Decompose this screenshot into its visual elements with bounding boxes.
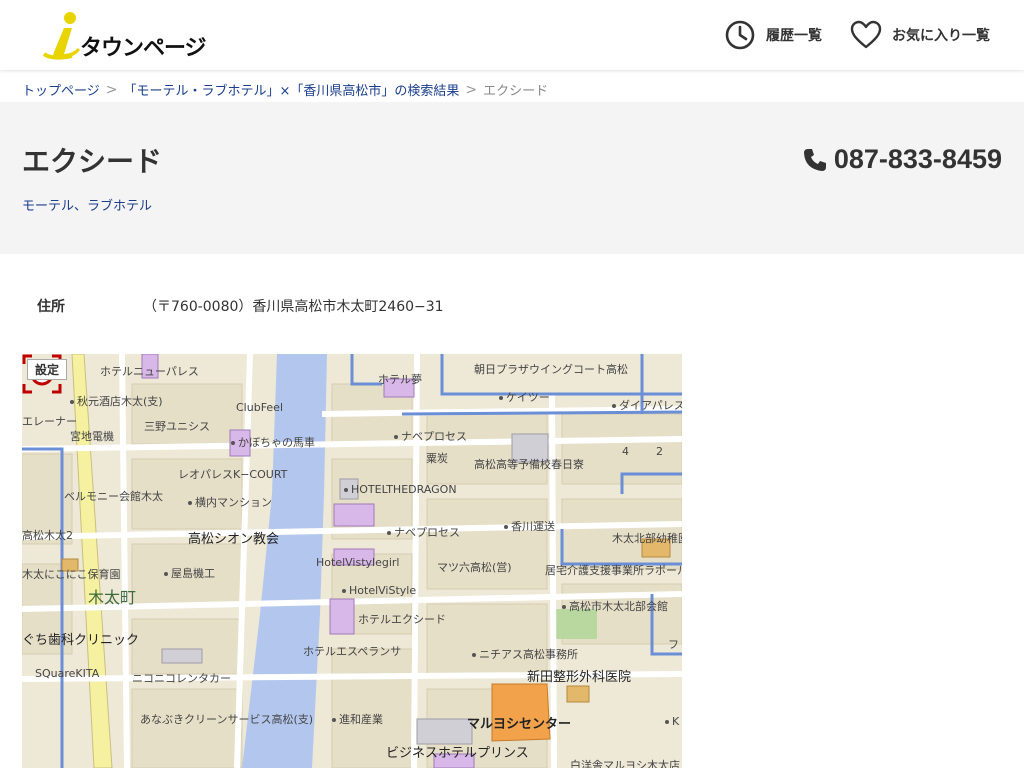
phone-text: 087-833-8459	[833, 144, 1002, 174]
map-label: 高松シオン教会	[188, 532, 280, 547]
map[interactable]: 設定 ホテルニューパレス 秋元酒店木太(支) ClubFeel ホテル夢 朝日プ…	[22, 354, 682, 768]
site-header: タウンページ 履歴一覧 お気に入り一覧	[0, 0, 1024, 70]
favorites-label: お気に入り一覧	[892, 28, 990, 44]
map-label: 秋元酒店木太(支)	[70, 396, 163, 407]
map-label: K	[665, 716, 679, 727]
page-title: エクシード	[22, 145, 163, 178]
map-label: フ	[668, 638, 679, 651]
category-link[interactable]: モーテル、ラブホテル	[22, 195, 152, 214]
map-label: マルヨシセンター	[467, 717, 572, 732]
heart-icon	[850, 20, 882, 49]
map-label: ナベプロセス	[387, 527, 460, 538]
breadcrumb-separator: >	[105, 81, 118, 98]
map-label: ベルモニー会館木太	[64, 490, 163, 503]
logo-text: タウンページ	[80, 36, 207, 61]
map-label: 宮地電機	[70, 430, 114, 443]
map-label: ナベプロセス	[394, 431, 467, 442]
phone-icon	[803, 148, 826, 171]
site-logo[interactable]: タウンページ	[40, 10, 210, 61]
map-label: 香川運送	[504, 521, 555, 532]
listing-header: エクシード モーテル、ラブホテル 087-833-8459	[0, 102, 1024, 254]
map-label: HOTELTHEDRAGON	[344, 484, 457, 495]
map-label: マツ六高松(営)	[437, 561, 512, 574]
map-label: ホテルニューパレス	[100, 365, 199, 378]
map-label: 白洋舎マルヨシ木太店	[570, 759, 680, 768]
breadcrumb-separator: >	[465, 81, 478, 98]
map-label: 2	[656, 445, 663, 458]
map-label: 粟炭	[426, 452, 448, 465]
map-label: ホテル夢	[378, 373, 422, 386]
map-label: 三野ユニシス	[144, 420, 210, 433]
i-logo-icon	[42, 12, 80, 60]
address-value: （〒760-0080）香川県高松市木太町2460−31	[143, 299, 444, 315]
map-settings-button[interactable]: 設定	[27, 359, 68, 380]
address-row: 住所 （〒760-0080）香川県高松市木太町2460−31	[0, 290, 1024, 322]
map-label: 高松高等予備校春日寮	[474, 458, 584, 471]
map-label: 4	[622, 445, 629, 458]
breadcrumb-top-link[interactable]: トップページ	[22, 80, 100, 99]
breadcrumb: トップページ > 「モーテル・ラブホテル」×「香川県高松市」の検索結果 > エク…	[22, 80, 549, 100]
map-label: 朝日プラザウイングコート高松	[474, 363, 628, 376]
history-button[interactable]: 履歴一覧	[724, 18, 822, 52]
map-label: ビジネスホテルプリンス	[386, 746, 529, 761]
map-label: 横内マンション	[188, 497, 272, 508]
map-label: かぼちゃの馬車	[231, 437, 315, 448]
map-label: ホテルエスペランサ	[303, 645, 402, 658]
address-label: 住所	[37, 299, 65, 315]
map-label: エレーナー	[22, 415, 77, 428]
map-label: レオパレスK−COURT	[178, 468, 288, 481]
map-label: ニチアス高松事務所	[472, 649, 578, 660]
map-label: ぐち歯科クリニック	[22, 633, 140, 648]
map-label: ケイツー	[499, 392, 550, 403]
map-label: あなぶきクリーンサービス高松(支)	[140, 713, 314, 726]
map-label: ホテルエクシード	[358, 613, 446, 626]
map-label: ダイアパレス	[612, 400, 682, 411]
map-label: 居宅介護支援事業所ラポール	[545, 564, 682, 577]
map-label: SQuareKITA	[35, 667, 100, 680]
map-label: ClubFeel	[236, 401, 284, 414]
map-label: ニコニコレンタカー	[132, 672, 231, 685]
map-label: 新田整形外科医院	[527, 670, 632, 685]
breadcrumb-search-link[interactable]: 「モーテル・ラブホテル」×「香川県高松市」の検索結果	[123, 80, 459, 99]
district-label: 木太町	[88, 588, 137, 607]
map-label: HotelViStyle	[342, 585, 416, 596]
map-label: 進和産業	[332, 714, 383, 725]
map-label: 高松市木太北部会館	[562, 601, 668, 612]
phone-number[interactable]: 087-833-8459	[802, 144, 1002, 175]
map-label: HotelVistylegirl	[316, 556, 400, 569]
map-label: 木太にこにこ保育園	[22, 568, 121, 581]
map-label: 屋島機工	[164, 568, 215, 579]
history-label: 履歴一覧	[766, 28, 822, 44]
clock-icon	[725, 20, 755, 50]
favorites-button[interactable]: お気に入り一覧	[850, 18, 990, 52]
map-label: 高松木太2	[22, 529, 73, 542]
map-label: 木太北部幼稚園	[612, 532, 682, 545]
breadcrumb-current: エクシード	[483, 84, 549, 99]
